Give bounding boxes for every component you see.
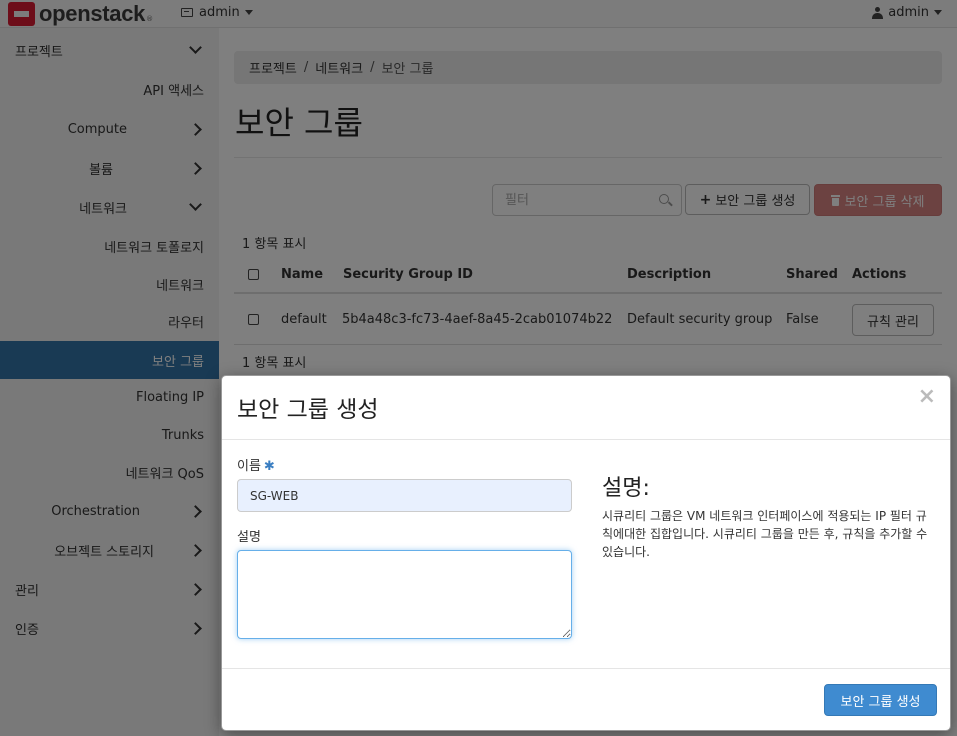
modal-header: 보안 그룹 생성 × xyxy=(222,376,950,440)
description-field[interactable] xyxy=(237,550,572,639)
submit-create-button[interactable]: 보안 그룹 생성 xyxy=(824,684,937,716)
close-icon[interactable]: × xyxy=(918,386,936,408)
description-field-label: 설명 xyxy=(237,530,261,545)
help-title: 설명: xyxy=(602,476,650,501)
help-text: 시큐리티 그룹은 VM 네트워크 인터페이스에 적용되는 IP 필터 규칙에대한… xyxy=(602,509,928,559)
name-label-text: 이름 xyxy=(237,459,261,474)
modal-footer-divider xyxy=(222,668,950,669)
create-security-group-dialog: 보안 그룹 생성 × 이름✱ 설명 설명: 시큐리티 그룹은 VM 네트워크 인… xyxy=(221,375,951,731)
required-asterisk-icon: ✱ xyxy=(263,459,275,474)
modal-title: 보안 그룹 생성 xyxy=(237,397,379,423)
name-field[interactable] xyxy=(237,479,572,512)
name-field-label: 이름 ✱ xyxy=(237,455,275,474)
